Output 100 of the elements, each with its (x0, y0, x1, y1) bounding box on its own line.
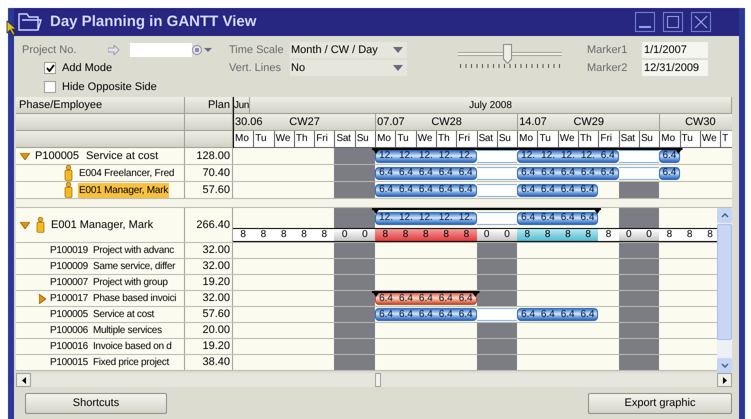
bar-value: 6.4 (560, 185, 576, 195)
hours-value: 0 (354, 229, 376, 241)
bar-value: 6.4 (458, 294, 474, 304)
project-name: Project with advanc (92, 244, 174, 258)
vertical-scrollbar[interactable] (717, 208, 732, 373)
plan-value: 20.00 (185, 323, 233, 338)
project-name: Invoice based on d (92, 340, 172, 354)
hours-value: 8 (537, 229, 558, 241)
slider-thumb[interactable] (502, 44, 512, 64)
bar-value: 6.4 (378, 310, 394, 320)
project-input[interactable] (130, 43, 192, 57)
column-header[interactable]: Phase/Employee (16, 97, 185, 114)
plan-value: 19.20 (185, 339, 233, 354)
bar-value: 12. (418, 213, 434, 223)
project-id: P100015 (50, 356, 88, 370)
week-date: 30.06 (235, 114, 263, 130)
checkbox-label: Hide Opposite Side (62, 80, 157, 94)
bar-value: 12. (458, 151, 474, 161)
week-date: 14.07 (519, 114, 547, 130)
expand-arrow-icon[interactable] (20, 222, 30, 228)
gantt-bar[interactable]: 6.4 6.4 6.4 6.4 6.4 (375, 292, 477, 305)
bar-value: 12. (458, 213, 474, 223)
gantt-bar[interactable]: 12. 12. 12. 12. 12. (375, 150, 477, 162)
bar-value: 6.4 (540, 185, 556, 195)
gantt-bar[interactable]: 6.4 6.4 6.4 6.4 (517, 308, 598, 321)
project-id: P100017 (50, 292, 88, 306)
hours-value: 0 (638, 229, 660, 241)
expand-arrow-icon[interactable] (20, 152, 30, 160)
scroll-up-icon[interactable] (720, 213, 728, 218)
dropdown[interactable]: No (290, 60, 407, 76)
gantt-bar[interactable]: 6.4 (659, 166, 680, 180)
bar-value: 6.4 (540, 310, 556, 320)
week-label: CW29 (573, 114, 604, 130)
choose-icon[interactable] (192, 44, 202, 56)
bar-value: 6.4 (398, 168, 414, 178)
checkbox[interactable] (44, 80, 56, 93)
gantt-bar[interactable]: 6.4 6.4 6.4 6.4 (517, 212, 598, 224)
hours-value: 0 (334, 229, 355, 241)
action-button[interactable]: Export graphic (588, 393, 732, 414)
bar-value: 6.4 (580, 213, 596, 223)
scroll-thumb[interactable] (375, 373, 381, 387)
scroll-thumb[interactable] (717, 224, 732, 340)
hours-value: 8 (395, 229, 416, 241)
checkbox[interactable] (44, 62, 56, 74)
hours-value: 0 (618, 229, 639, 241)
bar-value: 12. (580, 151, 596, 161)
hours-value: 0 (496, 229, 518, 241)
project-name: Fixed price project (92, 356, 169, 370)
window-icon (18, 12, 42, 32)
project-id: P100006 (50, 324, 88, 338)
bar-value: 6.4 (458, 185, 474, 195)
bar-value: 6.4 (418, 185, 434, 195)
date-field[interactable]: 1/1/2007 (642, 42, 708, 58)
horizontal-scrollbar[interactable] (16, 373, 732, 387)
gantt-bar[interactable]: 12. 12. 12. 12. 12. (375, 212, 477, 224)
dropdown[interactable]: Month / CW / Day (290, 42, 407, 58)
maximize-button[interactable] (663, 12, 683, 32)
hours-value: 8 (456, 229, 477, 241)
bar-value: 12. (560, 151, 576, 161)
close-button[interactable] (691, 12, 711, 32)
gantt-bar[interactable]: 6.4 6.4 6.4 6.4 6.4 (375, 166, 477, 180)
hours-value: 8 (578, 229, 598, 241)
caret-icon[interactable] (204, 46, 212, 54)
gantt-bar[interactable]: 6.4 6.4 6.4 6.4 6.4 (375, 184, 477, 196)
gantt-bar[interactable]: 6.4 6.4 6.4 6.4 (517, 184, 598, 196)
gantt-bar[interactable]: 12. 12. 12. 12. 6.4 (517, 150, 619, 162)
bar-value: 6.4 (418, 294, 434, 304)
scroll-right-icon[interactable] (722, 376, 726, 384)
column-header[interactable]: Plan (185, 97, 233, 114)
bar-value: 6.4 (580, 168, 596, 178)
minimize-button[interactable] (635, 12, 655, 32)
bar-value: 6.4 (438, 185, 454, 195)
plan-value: 70.40 (185, 165, 233, 181)
scroll-down-icon[interactable] (720, 363, 728, 368)
field-label: Marker2 (587, 60, 628, 76)
project-id: P100005 (50, 308, 88, 322)
date-field[interactable]: 12/31/2009 (642, 60, 708, 76)
bar-value: 12. (398, 213, 414, 223)
project-id: P100019 (50, 244, 88, 258)
bar-value: 6.4 (378, 185, 394, 195)
cursor-icon (6, 20, 18, 36)
project-id: P100007 (50, 276, 88, 290)
plan-value: 57.60 (185, 307, 233, 322)
bar-value: 6.4 (520, 168, 536, 178)
hours-value: 0 (476, 229, 497, 241)
field-label: Time Scale (229, 42, 285, 58)
gantt-bar[interactable]: 6.4 6.4 6.4 6.4 6.4 (375, 308, 477, 321)
project-name: Same service, differ (92, 260, 176, 274)
bar-value: 6.4 (418, 168, 434, 178)
bar-value: 6.4 (398, 294, 414, 304)
bar-value: 6.4 (398, 185, 414, 195)
gantt-bar[interactable]: 6.4 6.4 6.4 6.4 6.4 (517, 166, 619, 180)
bar-value: 6.4 (458, 310, 474, 320)
bar-value: 12. (438, 151, 454, 161)
bar-value: 6.4 (398, 310, 414, 320)
bar-value: 12. (540, 151, 556, 161)
scroll-left-icon[interactable] (22, 376, 26, 384)
action-button[interactable]: Shortcuts (25, 393, 167, 414)
employee-name[interactable]: E001 Manager, Mark (78, 182, 170, 198)
collapse-arrow-icon[interactable] (38, 294, 46, 304)
